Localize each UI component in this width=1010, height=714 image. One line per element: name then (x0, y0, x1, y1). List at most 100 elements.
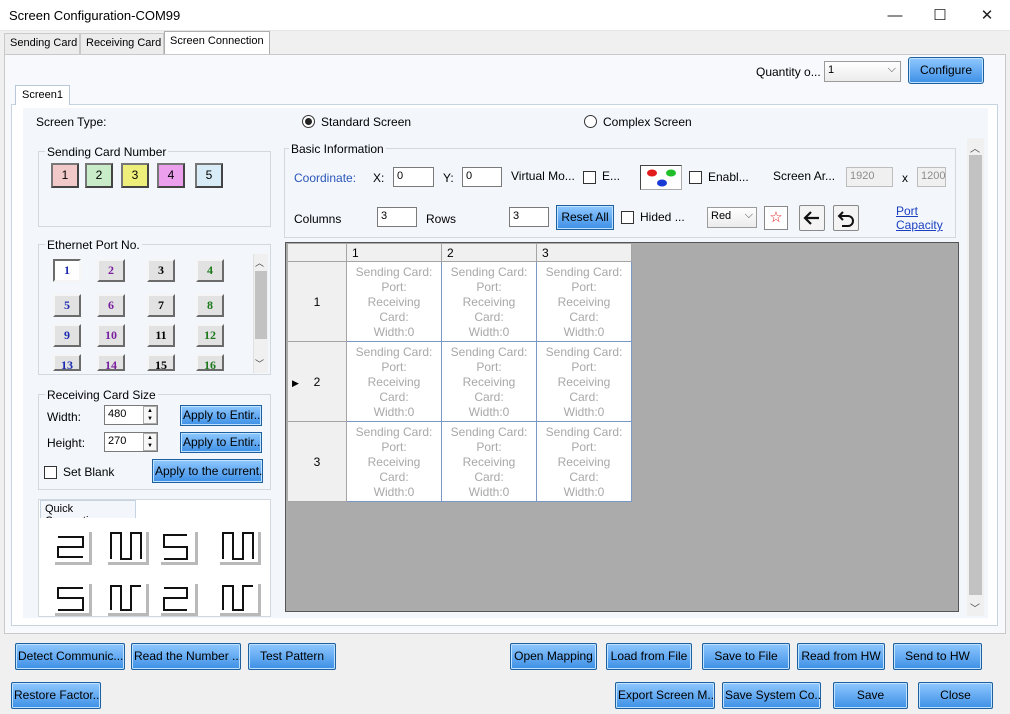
snake-patterns-icon[interactable] (39, 518, 270, 616)
grid-column-header-1[interactable]: 1 (347, 244, 442, 262)
set-blank-checkbox[interactable] (44, 466, 57, 479)
columns-value: 3 (381, 210, 388, 222)
close-button[interactable]: Close (918, 682, 993, 709)
apply-width-entire-button[interactable]: Apply to Entir... (180, 405, 262, 426)
spin-up-icon[interactable]: ▲ (144, 434, 156, 442)
hided-checkbox[interactable] (621, 211, 634, 224)
ethernet-port-6-button[interactable]: 6 (97, 294, 125, 317)
load-from-file-button[interactable]: Load from File (606, 643, 692, 670)
scroll-down-icon[interactable]: ﹀ (255, 357, 264, 370)
scroll-up-icon[interactable]: ︿ (255, 256, 264, 269)
send-to-hw-button[interactable]: Send to HW (893, 643, 982, 670)
grid-cell[interactable]: Sending Card: Port: Receiving Card: Width:0 (347, 422, 442, 502)
export-screen-map-button[interactable]: Export Screen M... (615, 682, 715, 709)
ethernet-port-15-button[interactable]: 15 (147, 354, 175, 372)
grid-cell[interactable]: Sending Card: Port: Receiving Card: Width:0 (442, 342, 537, 422)
ethernet-scroll-thumb[interactable] (255, 271, 267, 339)
tab-sending-card[interactable]: Sending Card (4, 33, 80, 54)
save-to-file-button[interactable]: Save to File (702, 643, 790, 670)
save-button[interactable]: Save (833, 682, 908, 709)
screen-width-input[interactable]: 1920 (846, 167, 893, 187)
ethernet-port-8-button[interactable]: 8 (196, 294, 224, 317)
detect-communication-button[interactable]: Detect Communic... (15, 643, 125, 670)
virtual-pixel-button[interactable] (640, 165, 682, 190)
grid-column-header-3[interactable]: 3 (537, 244, 632, 262)
read-number-button[interactable]: Read the Number ... (131, 643, 241, 670)
grid-cell[interactable]: Sending Card: Port: Receiving Card: Width:0 (347, 262, 442, 342)
grid-cell[interactable]: Sending Card: Port: Receiving Card: Width:0 (537, 422, 632, 502)
sending-card-2-button[interactable]: 2 (85, 163, 113, 188)
ethernet-port-9-button[interactable]: 9 (53, 324, 81, 347)
grid-cell[interactable]: Sending Card: Port: Receiving Card: Width:0 (537, 262, 632, 342)
ethernet-port-1-button[interactable]: 1 (53, 259, 81, 282)
grid-column-header-2[interactable]: 2 (442, 244, 537, 262)
apply-current-button[interactable]: Apply to the current... (152, 459, 263, 483)
screen-height-value: 1200 (921, 170, 946, 182)
grid-cell[interactable]: Sending Card: Port: Receiving Card: Width:0 (537, 342, 632, 422)
save-system-config-button[interactable]: Save System Co... (722, 682, 821, 709)
scroll-down-icon[interactable]: ﹀ (970, 600, 980, 615)
ethernet-port-4-button[interactable]: 4 (196, 259, 224, 282)
line-color-select[interactable]: Red ⌵ (707, 207, 757, 228)
star-icon[interactable]: ☆ (764, 206, 788, 230)
maximize-button[interactable]: ☐ (917, 0, 963, 31)
tab-receiving-card[interactable]: Receiving Card (80, 33, 164, 54)
ethernet-port-14-button[interactable]: 14 (97, 354, 125, 372)
configure-button[interactable]: Configure (908, 57, 984, 84)
ethernet-port-10-button[interactable]: 10 (97, 324, 125, 347)
main-scroll-thumb[interactable] (969, 155, 982, 595)
ethernet-scrollbar[interactable]: ︿ ﹀ (253, 254, 268, 373)
minimize-button[interactable]: — (872, 0, 918, 31)
spin-down-icon[interactable]: ▼ (144, 415, 156, 423)
sending-card-4-button[interactable]: 4 (157, 163, 185, 188)
quantity-select[interactable]: 1 ⌵ (824, 61, 901, 82)
tab-screen1[interactable]: Screen1 (15, 85, 70, 105)
width-spinner[interactable]: ▲ ▼ (143, 406, 157, 424)
grid-cell[interactable]: Sending Card: Port: Receiving Card: Width:0 (442, 262, 537, 342)
virtual-mode-checkbox[interactable] (583, 171, 596, 184)
screen-height-input[interactable]: 1200 (917, 167, 946, 187)
x-input[interactable]: 0 (393, 167, 434, 187)
sending-card-3-button[interactable]: 3 (121, 163, 149, 188)
standard-screen-radio[interactable] (302, 115, 315, 128)
undo-icon[interactable] (833, 205, 859, 231)
port-capacity-link[interactable]: Port Capacity (896, 204, 943, 232)
ethernet-port-13-button[interactable]: 13 (53, 354, 81, 372)
complex-screen-radio[interactable] (584, 115, 597, 128)
grid-cell-text: Width:0 (563, 325, 605, 339)
y-input[interactable]: 0 (462, 167, 502, 187)
close-window-button[interactable]: ✕ (964, 0, 1010, 31)
spin-down-icon[interactable]: ▼ (144, 442, 156, 450)
columns-input[interactable]: 3 (377, 207, 417, 227)
tab-screen-connection[interactable]: Screen Connection (164, 31, 270, 54)
open-mapping-button[interactable]: Open Mapping (510, 643, 597, 670)
restore-factory-button[interactable]: Restore Factor... (11, 682, 101, 709)
grid-row-header-1[interactable]: 1 (288, 262, 347, 342)
e-label: E... (602, 169, 621, 183)
ethernet-port-12-button[interactable]: 12 (196, 324, 224, 347)
sending-card-5-button[interactable]: 5 (195, 163, 223, 188)
sending-card-1-button[interactable]: 1 (51, 163, 79, 188)
test-pattern-button[interactable]: Test Pattern (248, 643, 336, 670)
ethernet-port-7-button[interactable]: 7 (147, 294, 175, 317)
arrow-left-icon[interactable] (799, 205, 825, 231)
apply-height-entire-button[interactable]: Apply to Entir... (180, 432, 262, 453)
ethernet-port-11-button[interactable]: 11 (147, 324, 175, 347)
ethernet-port-5-button[interactable]: 5 (53, 294, 81, 317)
reset-all-button[interactable]: Reset All (556, 205, 614, 230)
grid-corner[interactable] (288, 244, 347, 262)
height-spinner[interactable]: ▲ ▼ (143, 433, 157, 451)
rows-input[interactable]: 3 (509, 207, 549, 227)
ethernet-port-16-button[interactable]: 16 (196, 354, 224, 372)
quick-connection-tab[interactable]: Quick Connection (40, 500, 136, 527)
main-scrollbar[interactable]: ︿ ﹀ (967, 138, 984, 616)
grid-row-header-3[interactable]: 3 (288, 422, 347, 502)
grid-cell[interactable]: Sending Card: Port: Receiving Card: Width:0 (347, 342, 442, 422)
grid-cell[interactable]: Sending Card: Port: Receiving Card: Width:0 (442, 422, 537, 502)
ethernet-port-3-button[interactable]: 3 (147, 259, 175, 282)
ethernet-port-2-button[interactable]: 2 (97, 259, 125, 282)
scroll-up-icon[interactable]: ︿ (970, 140, 980, 155)
spin-up-icon[interactable]: ▲ (144, 407, 156, 415)
enable-checkbox[interactable] (689, 171, 702, 184)
read-from-hw-button[interactable]: Read from HW (797, 643, 885, 670)
